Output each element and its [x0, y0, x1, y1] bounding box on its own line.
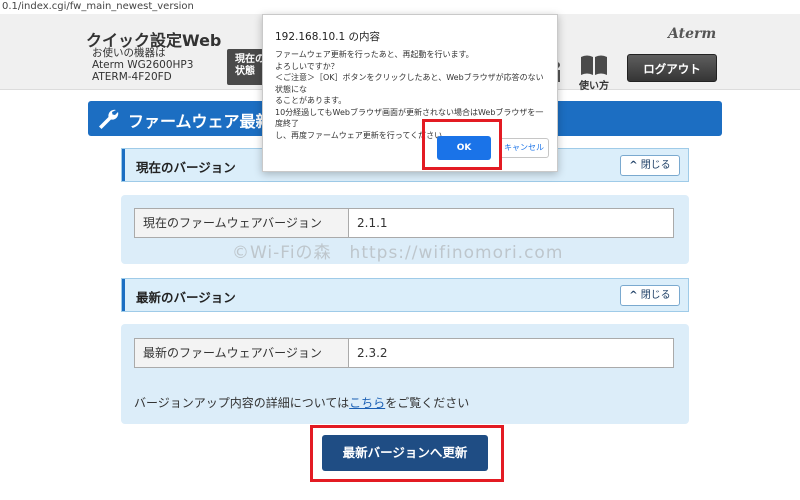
- section-accent-bar: [122, 149, 125, 181]
- device-id: ATERM-4F20FD: [92, 71, 172, 83]
- details-link[interactable]: こちら: [349, 396, 385, 410]
- dialog-line: ることがあります。: [275, 96, 347, 105]
- address-bar[interactable]: 0.1/index.cgi/fw_main_newest_version: [0, 0, 800, 14]
- highlight-box-ok: [422, 119, 502, 170]
- chevron-up-icon: ^: [629, 290, 638, 301]
- latest-version-panel: 最新のファームウェアバージョン 2.3.2 バージョンアップ内容の詳細については…: [121, 324, 689, 424]
- dialog-message: ファームウェア更新を行ったあと、再起動を行います。 よろしいですか？ ＜ご注意＞…: [275, 49, 551, 141]
- nav-usage-button[interactable]: 使い方: [574, 54, 614, 92]
- highlight-box-update: [310, 425, 504, 482]
- device-model: Aterm WG2600HP3: [92, 59, 194, 71]
- dialog-line: ファームウェア更新を行ったあと、再起動を行います。: [275, 50, 474, 59]
- device-label: お使いの機器は: [92, 47, 166, 59]
- latest-version-header: 最新のバージョン ^ 閉じる: [121, 278, 689, 312]
- wrench-icon: [99, 109, 119, 129]
- close-label: 閉じる: [640, 290, 671, 301]
- chevron-up-icon: ^: [629, 160, 638, 171]
- book-icon: [581, 55, 607, 75]
- dialog-title: 192.168.10.1 の内容: [275, 31, 380, 43]
- section-accent-bar: [122, 279, 125, 311]
- nav-usage-label: 使い方: [579, 81, 609, 92]
- dialog-line: 10分経過してもWebブラウザ画面が更新されない場合はWebブラウザを一度終了: [275, 107, 544, 129]
- note-text-after: をご覧ください: [385, 396, 470, 410]
- watermark: ©Wi-Fiの森 https://wifinomori.com: [232, 243, 564, 263]
- latest-firmware-label: 最新のファームウェアバージョン: [135, 339, 349, 367]
- dialog-line: ＜ご注意＞［OK］ボタンをクリックしたあと、Webブラウザが応答のない状態にな: [275, 73, 544, 94]
- latest-version-close-button[interactable]: ^ 閉じる: [620, 285, 680, 306]
- dialog-line: よろしいですか？: [275, 61, 339, 71]
- current-firmware-value: 2.1.1: [357, 216, 388, 230]
- confirm-dialog: 192.168.10.1 の内容 ファームウェア更新を行ったあと、再起動を行いま…: [262, 14, 558, 172]
- nav-status-button[interactable]: 現在の状態: [227, 49, 267, 85]
- aterm-logo: Aterm: [668, 26, 717, 42]
- latest-version-title: 最新のバージョン: [136, 290, 236, 305]
- note-text-before: バージョンアップ内容の詳細については: [134, 396, 350, 410]
- device-info: お使いの機器は Aterm WG2600HP3 ATERM-4F20FD: [92, 47, 193, 83]
- current-version-title: 現在のバージョン: [136, 160, 236, 175]
- latest-firmware-row: 最新のファームウェアバージョン 2.3.2: [134, 338, 674, 368]
- dialog-cancel-button[interactable]: キャンセル: [499, 138, 549, 158]
- close-label: 閉じる: [640, 160, 671, 171]
- current-firmware-row: 現在のファームウェアバージョン 2.1.1: [134, 208, 674, 238]
- latest-firmware-value: 2.3.2: [357, 346, 388, 360]
- version-details-note: バージョンアップ内容の詳細についてはこちらをご覧ください: [134, 394, 469, 411]
- current-firmware-label: 現在のファームウェアバージョン: [135, 209, 349, 237]
- logout-button[interactable]: ログアウト: [627, 54, 717, 82]
- page-title: ファームウェア最新: [128, 112, 272, 131]
- current-version-close-button[interactable]: ^ 閉じる: [620, 155, 680, 176]
